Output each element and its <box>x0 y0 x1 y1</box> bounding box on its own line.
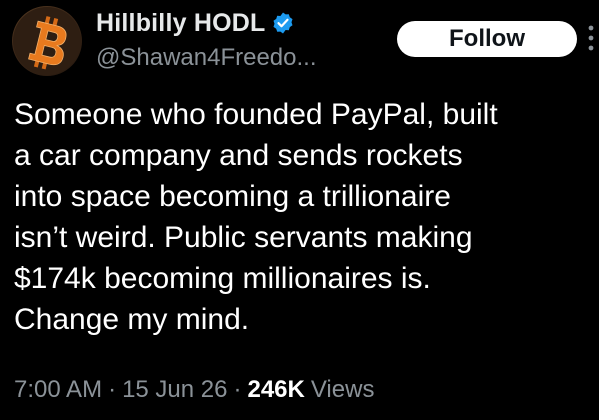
tweet-text-line: $174k becoming millionaires is. <box>14 262 431 295</box>
more-options-icon[interactable] <box>588 24 594 52</box>
author-display-name[interactable]: Hillbilly HODL <box>96 9 265 38</box>
tweet-text: Someone who founded PayPal, built a car … <box>14 94 594 340</box>
tweet-text-line: Someone who founded PayPal, built <box>14 98 498 131</box>
tweet-text-line: isn’t weird. Public servants making <box>14 221 473 254</box>
author-handle[interactable]: @Shawan4Freedo... <box>96 44 317 72</box>
bitcoin-logo-icon <box>13 7 81 75</box>
tweet-date[interactable]: 15 Jun 26 <box>122 376 227 404</box>
verified-badge-icon <box>273 12 293 34</box>
tweet-time[interactable]: 7:00 AM <box>14 376 102 404</box>
meta-separator: · <box>108 376 117 403</box>
tweet-card: Hillbilly HODL @Shawan4Freedo... Follow … <box>0 0 599 420</box>
views-count: 246K <box>247 376 305 403</box>
author-name-row: Hillbilly HODL <box>96 8 295 38</box>
tweet-meta: 7:00 AM · 15 Jun 26 · 246K Views <box>14 376 374 404</box>
tweet-text-line: into space becoming a trillionaire <box>14 180 451 213</box>
tweet-text-line: Change my mind. <box>14 303 250 336</box>
avatar[interactable] <box>12 6 82 76</box>
meta-separator: · <box>233 376 242 403</box>
tweet-text-line: a car company and sends rockets <box>14 139 463 172</box>
views-label: Views <box>310 376 375 403</box>
follow-button[interactable]: Follow <box>397 21 577 57</box>
